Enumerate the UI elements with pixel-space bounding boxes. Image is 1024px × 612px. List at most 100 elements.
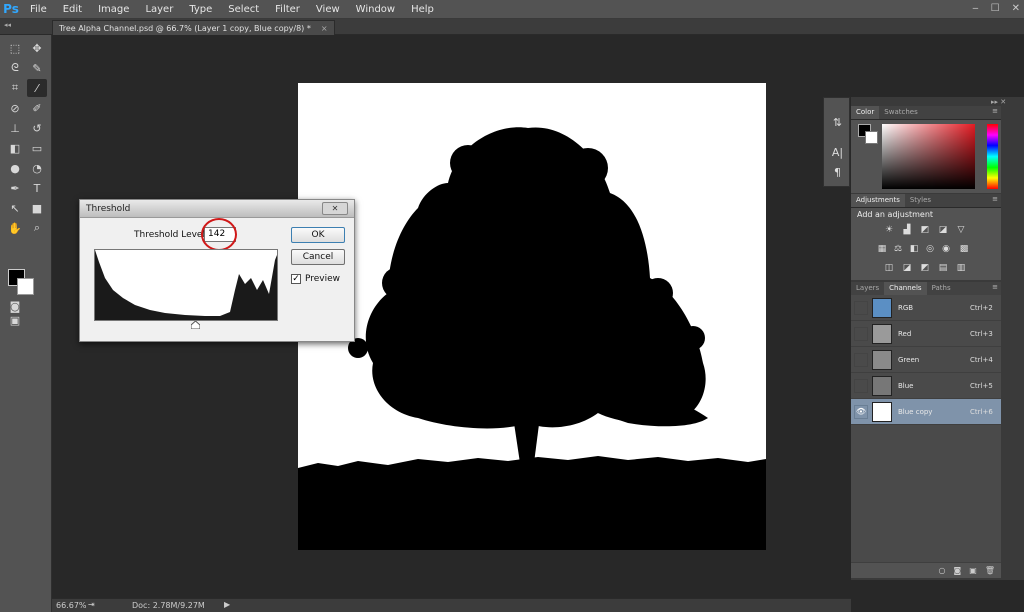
- menu-filter[interactable]: Filter: [267, 0, 308, 19]
- healing-brush-tool-icon[interactable]: ⊘: [5, 99, 25, 117]
- layers-panel-menu-icon[interactable]: ≡: [992, 283, 998, 291]
- threshold-histogram: [94, 249, 278, 321]
- swap-colors-icon[interactable]: [5, 267, 25, 285]
- screen-mode-icon[interactable]: ▣: [5, 311, 25, 329]
- tab-adjustments[interactable]: Adjustments: [851, 194, 905, 207]
- threshold-dialog: Threshold ✕ Threshold Level: 142 OK Canc…: [79, 199, 355, 342]
- threshold-icon[interactable]: ◩: [919, 262, 931, 273]
- menu-layer[interactable]: Layer: [137, 0, 181, 19]
- gradient-tool-icon[interactable]: ▭: [27, 139, 47, 157]
- color-lookup-icon[interactable]: ▩: [958, 243, 970, 254]
- channel-row[interactable]: Green Ctrl+4: [851, 347, 1001, 373]
- dodge-tool-icon[interactable]: ◔: [27, 159, 47, 177]
- gradient-map-icon[interactable]: ▤: [937, 262, 949, 273]
- collapse-toolbar-icon[interactable]: ◂◂: [4, 21, 11, 29]
- crop-tool-icon[interactable]: ⌗: [5, 79, 25, 97]
- visibility-icon[interactable]: [854, 378, 868, 393]
- channel-row-selected[interactable]: 👁 Blue copy Ctrl+6: [851, 399, 1001, 425]
- channel-row[interactable]: Blue Ctrl+5: [851, 373, 1001, 399]
- paragraph-icon[interactable]: ¶: [828, 164, 847, 181]
- posterize-icon[interactable]: ◪: [901, 262, 913, 273]
- hand-tool-icon[interactable]: ✋: [5, 219, 25, 237]
- tab-styles[interactable]: Styles: [905, 194, 936, 207]
- rectangle-tool-icon[interactable]: ■: [27, 199, 47, 217]
- type-tool-icon[interactable]: T: [27, 179, 47, 197]
- photo-filter-icon[interactable]: ◎: [924, 243, 936, 254]
- menu-file[interactable]: File: [22, 0, 55, 19]
- menu-help[interactable]: Help: [403, 0, 442, 19]
- save-selection-icon[interactable]: ◙: [954, 566, 962, 575]
- eyedropper-tool-icon[interactable]: ⁄: [27, 79, 47, 97]
- clone-stamp-tool-icon[interactable]: ⊥: [5, 119, 25, 137]
- brush-tool-icon[interactable]: ✐: [27, 99, 47, 117]
- path-selection-tool-icon[interactable]: ↖: [5, 199, 25, 217]
- menu-edit[interactable]: Edit: [55, 0, 90, 19]
- dock-collapse-icon[interactable]: ▸▸ ✕: [991, 98, 1006, 106]
- document-tab[interactable]: Tree Alpha Channel.psd @ 66.7% (Layer 1 …: [52, 20, 335, 35]
- visibility-icon[interactable]: [854, 352, 868, 367]
- menu-view[interactable]: View: [308, 0, 348, 19]
- tools-panel: ⬚ ✥ ᘓ ✎ ⌗ ⁄ ⊘ ✐ ⊥ ↺ ◧ ▭ ● ◔ ✒ T ↖ ■ ✋ ⌕ …: [0, 35, 52, 612]
- levels-icon[interactable]: ▟: [901, 224, 913, 235]
- move-tool-icon[interactable]: ✥: [27, 39, 47, 57]
- tab-layers[interactable]: Layers: [851, 282, 884, 295]
- invert-icon[interactable]: ◫: [883, 262, 895, 273]
- load-selection-icon[interactable]: ○: [939, 566, 946, 575]
- tab-paths[interactable]: Paths: [927, 282, 956, 295]
- blur-tool-icon[interactable]: ●: [5, 159, 25, 177]
- menu-type[interactable]: Type: [181, 0, 220, 19]
- menu-image[interactable]: Image: [90, 0, 137, 19]
- threshold-slider-handle[interactable]: [191, 321, 200, 329]
- color-panel-menu-icon[interactable]: ≡: [992, 107, 998, 115]
- channel-row[interactable]: Red Ctrl+3: [851, 321, 1001, 347]
- tab-color[interactable]: Color: [851, 106, 880, 119]
- status-menu-arrow-icon[interactable]: ▶: [224, 600, 230, 609]
- visibility-icon[interactable]: [854, 326, 868, 341]
- new-channel-icon[interactable]: ▣: [969, 566, 977, 575]
- threshold-level-input[interactable]: 142: [204, 227, 236, 242]
- selective-color-icon[interactable]: ▥: [955, 262, 967, 273]
- menu-window[interactable]: Window: [348, 0, 403, 19]
- properties-icon[interactable]: ⇅: [828, 114, 847, 131]
- eraser-tool-icon[interactable]: ◧: [5, 139, 25, 157]
- minimize-button[interactable]: ‒: [972, 0, 978, 17]
- ok-button[interactable]: OK: [291, 227, 345, 243]
- document-canvas[interactable]: [298, 83, 766, 550]
- curves-icon[interactable]: ◩: [919, 224, 931, 235]
- tab-swatches[interactable]: Swatches: [879, 106, 922, 119]
- visibility-icon[interactable]: [854, 300, 868, 315]
- close-window-button[interactable]: ✕: [1012, 0, 1020, 17]
- visibility-icon[interactable]: 👁: [854, 404, 868, 419]
- hue-slider[interactable]: [987, 124, 998, 189]
- tab-channels[interactable]: Channels: [884, 282, 927, 295]
- adjustments-panel-menu-icon[interactable]: ≡: [992, 195, 998, 203]
- channel-mixer-icon[interactable]: ◉: [940, 243, 952, 254]
- preview-checkbox[interactable]: ✓: [291, 274, 301, 284]
- color-balance-icon[interactable]: ⚖: [892, 243, 904, 254]
- character-icon[interactable]: A|: [828, 144, 847, 161]
- zoom-level[interactable]: 66.67%: [56, 601, 87, 610]
- cancel-button[interactable]: Cancel: [291, 249, 345, 265]
- vibrance-icon[interactable]: ▽: [955, 224, 967, 235]
- brightness-icon[interactable]: ☀: [883, 224, 895, 235]
- history-brush-tool-icon[interactable]: ↺: [27, 119, 47, 137]
- channel-row[interactable]: RGB Ctrl+2: [851, 295, 1001, 321]
- quick-select-tool-icon[interactable]: ✎: [27, 59, 47, 77]
- color-picker-field[interactable]: [882, 124, 975, 189]
- black-white-icon[interactable]: ◧: [908, 243, 920, 254]
- maximize-button[interactable]: ☐: [991, 0, 1000, 17]
- hue-saturation-icon[interactable]: ▦: [876, 243, 888, 254]
- lasso-tool-icon[interactable]: ᘓ: [5, 59, 25, 77]
- dialog-close-button[interactable]: ✕: [322, 202, 348, 215]
- color-panel-background-swatch[interactable]: [865, 131, 878, 144]
- exposure-icon[interactable]: ◪: [937, 224, 949, 235]
- preview-option[interactable]: ✓ Preview: [291, 274, 340, 284]
- pen-tool-icon[interactable]: ✒: [5, 179, 25, 197]
- delete-channel-icon[interactable]: 🗑: [985, 566, 995, 575]
- export-icon[interactable]: ⇥: [88, 600, 95, 609]
- marquee-tool-icon[interactable]: ⬚: [5, 39, 25, 57]
- zoom-tool-icon[interactable]: ⌕: [27, 219, 47, 237]
- channels-panel-footer: ○ ◙ ▣ 🗑: [851, 562, 1001, 578]
- menu-select[interactable]: Select: [220, 0, 267, 19]
- close-tab-icon[interactable]: ×: [321, 24, 328, 33]
